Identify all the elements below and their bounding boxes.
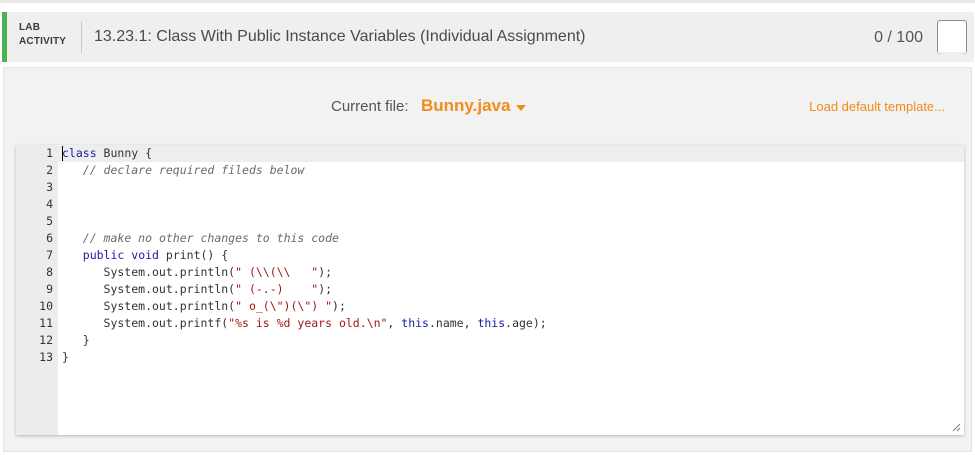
lab-tag-line1: LAB <box>19 22 41 33</box>
code-line[interactable]: System.out.println(" o_(\")(\") "); <box>62 298 346 315</box>
top-border <box>0 0 975 3</box>
completion-badge-icon <box>936 20 968 59</box>
line-number: 9 <box>46 282 53 296</box>
current-file-label: Current file: <box>331 98 409 115</box>
lab-panel: Current file: Bunny.java Load default te… <box>3 67 972 452</box>
line-number: 6 <box>46 231 53 245</box>
active-line-highlight <box>58 145 964 162</box>
score-text: 0 / 100 <box>874 29 923 46</box>
resize-handle-icon[interactable] <box>952 423 961 432</box>
code-line[interactable]: // declare required fileds below <box>62 162 305 179</box>
line-number: 1 <box>46 146 53 160</box>
code-line[interactable]: } <box>62 332 90 349</box>
line-number: 2 <box>46 163 53 177</box>
code-line[interactable]: // make no other changes to this code <box>62 230 339 247</box>
caret-down-icon[interactable] <box>516 105 526 111</box>
code-line[interactable]: System.out.println(" (\\(\\ "); <box>62 264 333 281</box>
code-editor[interactable]: 1 2 3 4 5 6 7 8 9 10 11 12 13 class Bunny { // decla… <box>16 145 964 435</box>
lab-activity-tag: LAB ACTIVITY <box>19 21 66 49</box>
code-line[interactable]: System.out.println(" (-.-) "); <box>62 281 333 298</box>
line-number-gutter: 1 2 3 4 5 6 7 8 9 10 11 12 13 <box>16 145 58 435</box>
header-divider <box>81 21 82 53</box>
lab-activity-header: LAB ACTIVITY 13.23.1: Class With Public … <box>2 12 974 62</box>
line-number: 7 <box>46 248 53 262</box>
line-number: 10 <box>39 299 53 313</box>
line-number: 12 <box>39 333 53 347</box>
code-line[interactable]: public void print() { <box>62 247 228 264</box>
activity-title: 13.23.1: Class With Public Instance Vari… <box>94 28 586 45</box>
code-line[interactable]: } <box>62 349 69 366</box>
code-line[interactable]: System.out.printf("%s is %d years old.\n… <box>62 315 547 332</box>
text-cursor <box>62 146 63 161</box>
load-default-template-link[interactable]: Load default template... <box>809 99 945 114</box>
file-bar: Current file: Bunny.java Load default te… <box>4 68 971 134</box>
file-select-dropdown[interactable]: Bunny.java <box>421 96 510 116</box>
line-number: 5 <box>46 214 53 228</box>
line-number: 11 <box>39 316 53 330</box>
line-number: 13 <box>39 350 53 364</box>
line-number: 3 <box>46 180 53 194</box>
lab-tag-line2: ACTIVITY <box>19 36 67 47</box>
line-number: 8 <box>46 265 53 279</box>
code-line[interactable]: class Bunny { <box>62 145 152 162</box>
line-number: 4 <box>46 197 53 211</box>
